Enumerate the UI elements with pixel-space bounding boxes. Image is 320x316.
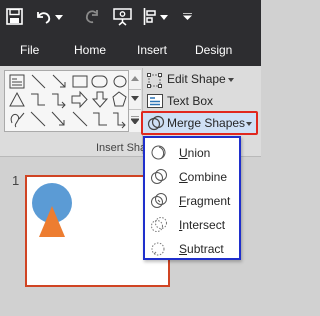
- merge-shapes-dropdown-icon: [246, 122, 252, 126]
- menu-item-label: Union: [179, 146, 211, 160]
- rectangle-shape-icon[interactable]: [72, 75, 88, 88]
- ribbon-tabs: File Home Insert Design: [0, 34, 261, 66]
- menu-item-label: Combine: [179, 170, 228, 184]
- start-slideshow-icon[interactable]: [113, 8, 132, 26]
- undo-icon[interactable]: [35, 9, 52, 24]
- menu-item-intersect[interactable]: Intersect: [145, 213, 239, 237]
- curved-connector-shape-icon[interactable]: [72, 111, 88, 127]
- quick-access-toolbar: [0, 0, 261, 34]
- triangle-shape-icon[interactable]: [9, 91, 25, 107]
- undo-dropdown-icon[interactable]: [55, 15, 63, 20]
- freeform-shape-icon[interactable]: [10, 112, 25, 128]
- pentagon-shape-icon[interactable]: [112, 91, 127, 107]
- oval-shape-icon[interactable]: [113, 75, 127, 88]
- merge-shapes-menu: Union Combine Fragment Intersect Subtrac…: [143, 136, 241, 260]
- insert-shapes-group-label: Insert Sha: [96, 142, 147, 154]
- edit-shape-icon: [147, 73, 162, 88]
- rounded-rectangle-shape-icon[interactable]: [91, 75, 108, 88]
- fragment-icon: [151, 193, 167, 208]
- elbow-step-shape-icon[interactable]: [93, 112, 107, 126]
- right-arrow-shape-icon[interactable]: [71, 90, 88, 109]
- menu-item-subtract[interactable]: Subtract: [145, 237, 239, 261]
- gallery-more-button[interactable]: [129, 110, 141, 130]
- union-icon: [151, 145, 166, 160]
- line-shape-icon[interactable]: [31, 74, 46, 89]
- customize-toolbar-icon[interactable]: [183, 13, 192, 20]
- text-box-shape-icon[interactable]: [9, 74, 25, 89]
- menu-item-fragment[interactable]: Fragment: [145, 189, 239, 213]
- gallery-scroll-up[interactable]: [129, 70, 141, 90]
- align-dropdown-icon[interactable]: [160, 15, 168, 20]
- elbow-connector-shape-icon[interactable]: [31, 93, 45, 106]
- text-box-button[interactable]: Text Box: [147, 93, 247, 111]
- intersect-icon: [151, 217, 167, 232]
- menu-item-combine[interactable]: Combine: [145, 165, 239, 189]
- gallery-scroll: [128, 70, 141, 132]
- align-icon[interactable]: [143, 8, 157, 25]
- merge-shapes-icon: [147, 115, 165, 131]
- text-box-icon: [147, 94, 163, 108]
- combine-icon: [151, 169, 167, 184]
- shapes-gallery[interactable]: [4, 70, 141, 132]
- edit-shape-dropdown-icon: [228, 78, 234, 82]
- edit-shape-label: Edit Shape: [167, 72, 226, 86]
- save-icon[interactable]: [6, 8, 23, 25]
- tab-file[interactable]: File: [20, 34, 39, 66]
- slide-number: 1: [12, 173, 20, 188]
- menu-item-union[interactable]: Union: [145, 141, 239, 165]
- merge-shapes-label: Merge Shapes: [167, 116, 246, 130]
- menu-item-label: Fragment: [179, 194, 231, 208]
- tab-home[interactable]: Home: [74, 34, 106, 66]
- curved-arrow-shape-icon[interactable]: [51, 111, 65, 126]
- merge-shapes-button[interactable]: Merge Shapes: [141, 111, 258, 135]
- menu-item-label: Intersect: [179, 218, 226, 232]
- elbow-step-arrow-shape-icon[interactable]: [113, 112, 126, 129]
- down-arrow-shape-icon[interactable]: [91, 91, 109, 108]
- menu-item-label: Subtract: [179, 242, 224, 256]
- gallery-scroll-down[interactable]: [129, 90, 141, 110]
- text-box-label: Text Box: [167, 94, 214, 108]
- edit-shape-button[interactable]: Edit Shape: [147, 71, 247, 89]
- arrow-line-shape-icon[interactable]: [52, 74, 66, 88]
- curve-shape-icon[interactable]: [30, 111, 46, 127]
- tab-design[interactable]: Design: [195, 34, 232, 66]
- elbow-arrow-connector-shape-icon[interactable]: [52, 93, 66, 109]
- subtract-icon: [151, 242, 165, 256]
- tab-insert[interactable]: Insert: [137, 34, 167, 66]
- redo-icon[interactable]: [85, 9, 100, 24]
